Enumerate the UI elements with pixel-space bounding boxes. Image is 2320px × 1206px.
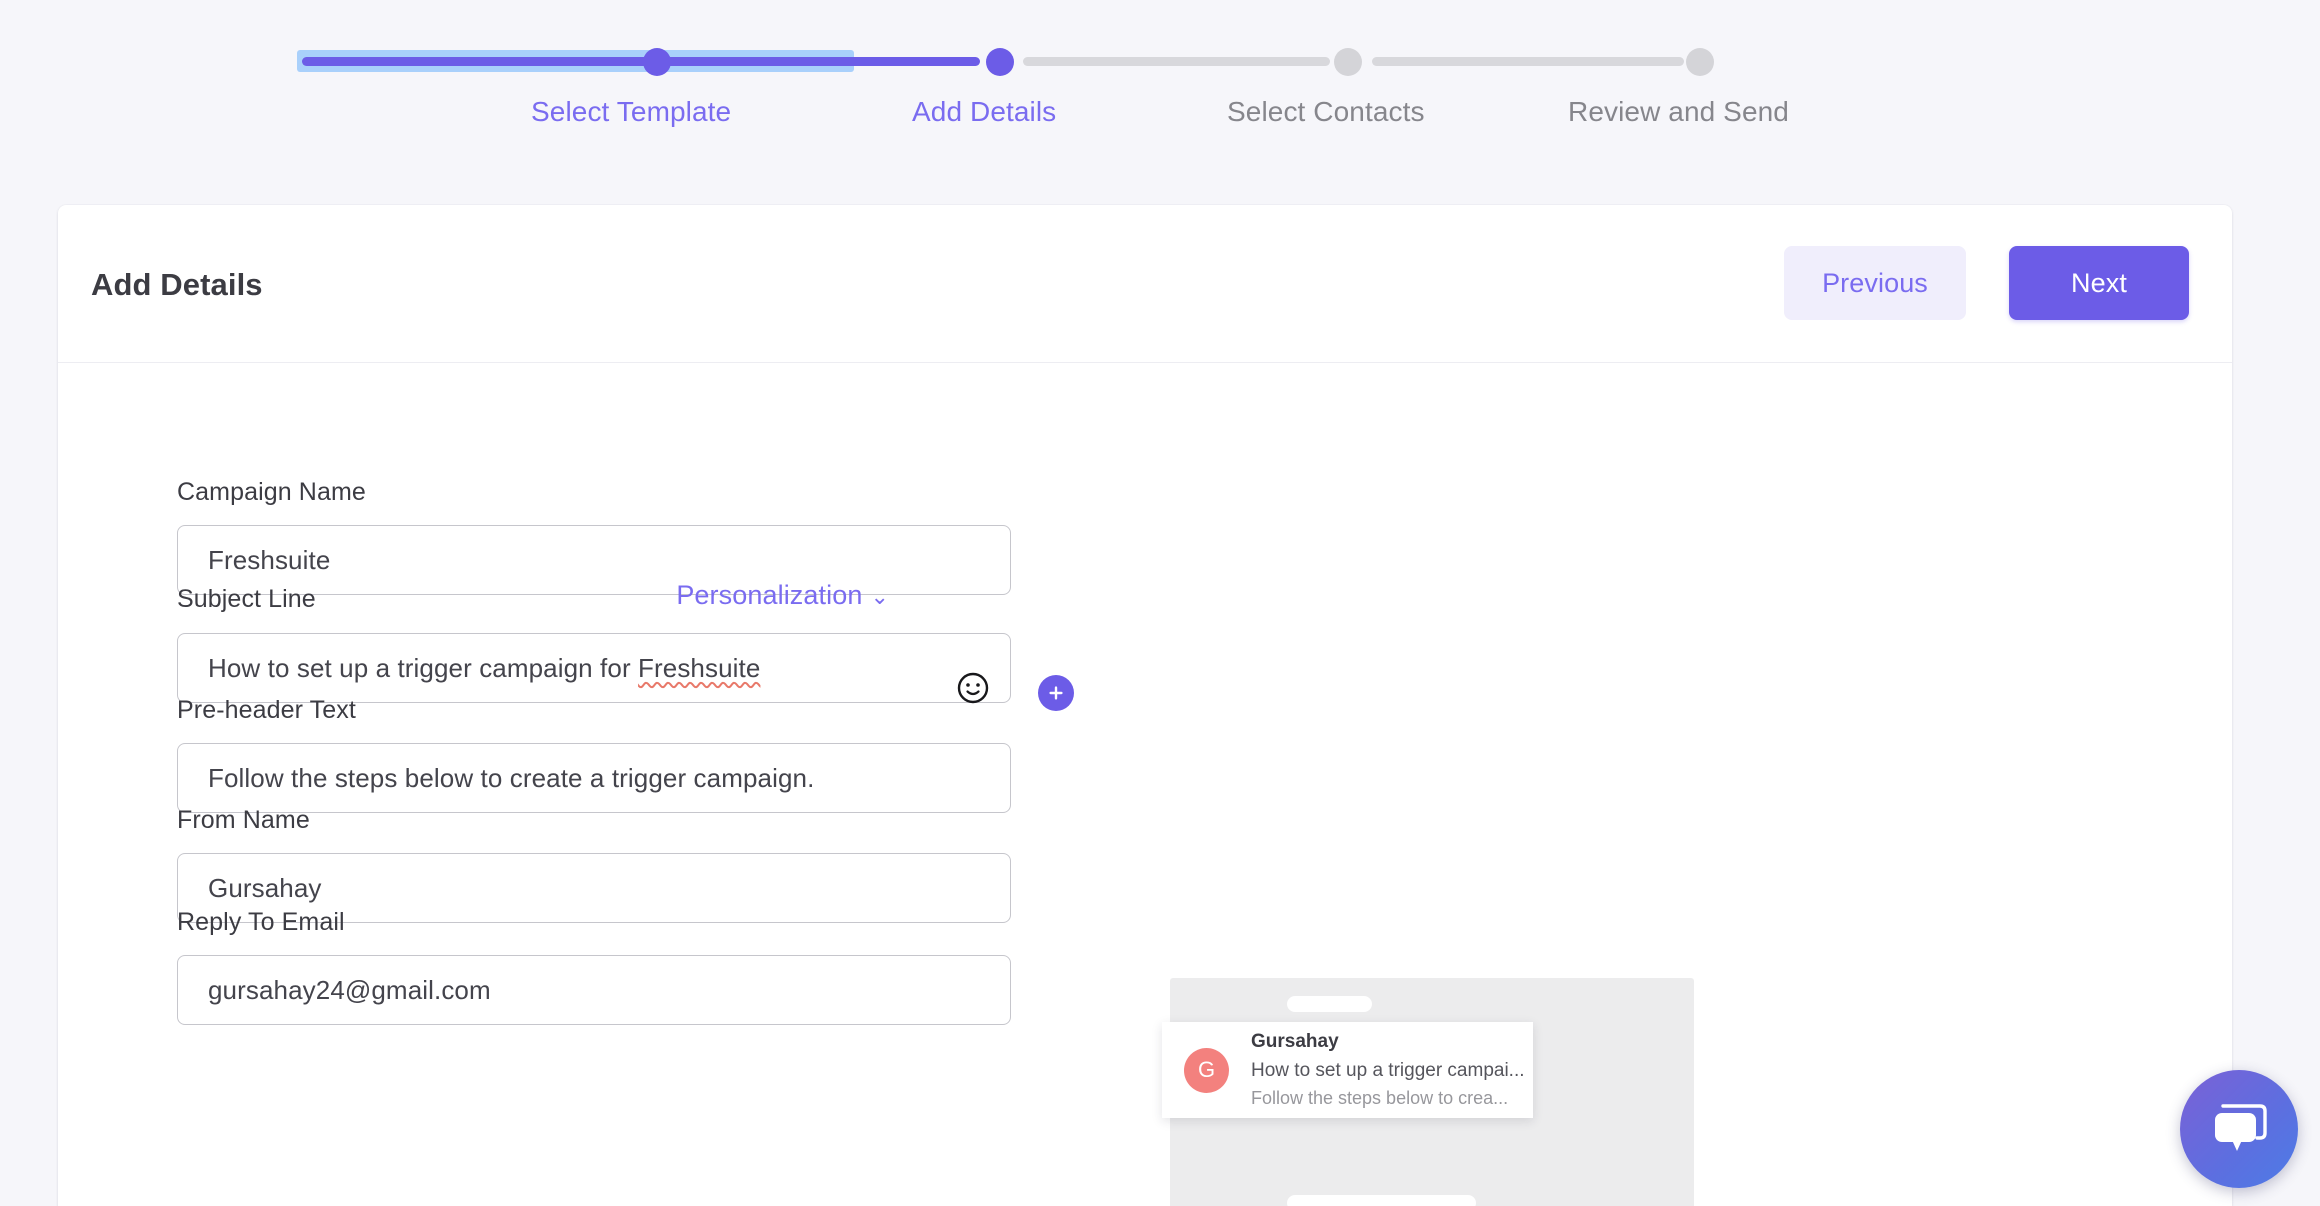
step-dot-select-template[interactable] [643,48,671,76]
label-campaign-name: Campaign Name [177,478,366,506]
step-connector-1-2 [302,57,980,66]
subject-text-misspelled: Freshsuite [638,652,761,683]
skeleton-bar [1287,996,1372,1012]
label-preheader-text: Pre-header Text [177,696,356,724]
label-from-name: From Name [177,806,310,834]
page-title: Add Details [91,267,263,302]
step-dot-review-and-send[interactable] [1686,48,1714,76]
preview-preheader-text: Follow the steps below to crea... [1251,1088,1509,1108]
personalization-dropdown[interactable]: Personalization ⌄ [676,580,889,611]
plus-icon [1049,686,1063,700]
chevron-down-icon: ⌄ [870,584,889,609]
subject-text-plain: How to set up a trigger campaign for [208,652,639,683]
chat-bubble-icon [2215,1104,2267,1151]
step-label-add-details[interactable]: Add Details [912,96,1056,128]
chat-widget-button[interactable] [2180,1070,2298,1188]
preview-text-block: Gursahay How to set up a trigger campai.… [1251,1028,1525,1112]
subject-label-row: Subject Line Personalization ⌄ [177,580,1011,615]
step-label-review-and-send[interactable]: Review and Send [1568,96,1789,128]
step-dot-add-details[interactable] [986,48,1014,76]
step-connector-3-4 [1372,57,1684,66]
step-label-select-template[interactable]: Select Template [531,96,731,128]
next-button[interactable]: Next [2009,246,2189,320]
progress-stepper: Select Template Add Details Select Conta… [0,0,2320,190]
card-header: Add Details Previous Next [58,205,2232,363]
personalization-label: Personalization [676,580,863,610]
step-label-select-contacts[interactable]: Select Contacts [1227,96,1425,128]
subject-line-text: How to set up a trigger campaign for Fre… [208,653,760,684]
field-from-name: From Name [177,806,1011,923]
email-preview-card: G Gursahay How to set up a trigger campa… [1162,1022,1533,1118]
preheader-text-input[interactable] [177,743,1011,813]
subject-input-wrap: How to set up a trigger campaign for Fre… [177,633,1074,711]
previous-button[interactable]: Previous [1784,246,1966,320]
field-subject-line: Subject Line Personalization ⌄ How to set… [177,580,1074,711]
preview-sender-name: Gursahay [1251,1031,1339,1052]
subject-line-input[interactable]: How to set up a trigger campaign for Fre… [177,633,1011,703]
field-campaign-name: Campaign Name [177,478,1011,595]
step-connector-2-3 [1023,57,1330,66]
field-reply-to-email: Reply To Email [177,908,1011,1025]
reply-to-email-input[interactable] [177,955,1011,1025]
email-preview: G Gursahay How to set up a trigger campa… [1162,978,1694,1206]
avatar: G [1184,1047,1229,1093]
label-reply-to-email: Reply To Email [177,908,345,936]
add-personalization-button[interactable] [1038,675,1074,711]
skeleton-bar [1287,1195,1476,1206]
add-details-card: Add Details Previous Next Campaign Name … [58,205,2232,1206]
step-dot-select-contacts[interactable] [1334,48,1362,76]
preview-subject-line: How to set up a trigger campai... [1251,1059,1525,1081]
field-preheader-text: Pre-header Text [177,696,1011,813]
